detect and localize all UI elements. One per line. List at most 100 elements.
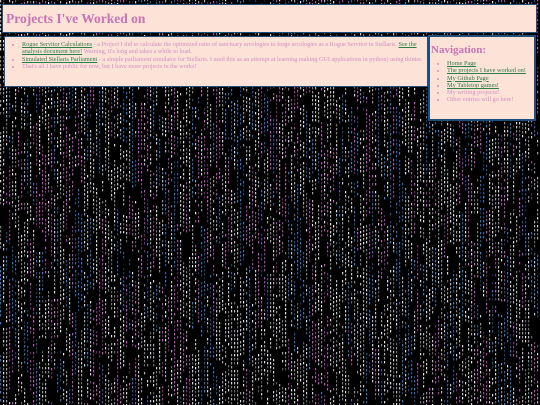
rain-glyph — [99, 318, 101, 321]
rain-glyph — [159, 179, 161, 182]
rain-glyph — [33, 250, 35, 253]
rain-glyph — [189, 305, 191, 308]
rain-glyph — [192, 257, 194, 260]
rain-glyph — [63, 128, 65, 131]
rain-glyph — [75, 254, 77, 257]
rain-glyph — [48, 178, 50, 181]
rain-glyph — [90, 146, 92, 149]
rain-glyph — [171, 225, 173, 228]
rain-glyph — [105, 351, 107, 354]
rain-glyph — [45, 336, 47, 339]
rain-glyph — [138, 302, 140, 305]
rain-glyph — [54, 195, 56, 198]
rain-glyph — [18, 309, 20, 312]
rain-glyph — [27, 370, 29, 373]
rain-glyph — [141, 179, 143, 182]
rain-glyph — [162, 327, 164, 330]
rain-glyph — [0, 168, 2, 171]
rain-glyph — [57, 251, 59, 254]
rain-glyph — [90, 250, 92, 253]
rain-glyph — [84, 229, 86, 232]
rain-glyph — [42, 367, 44, 370]
rain-glyph — [78, 127, 80, 130]
rain-glyph — [198, 350, 200, 353]
rain-glyph — [102, 259, 104, 262]
rain-glyph — [102, 223, 104, 226]
rain-glyph — [18, 148, 20, 151]
rain-glyph — [54, 105, 56, 108]
rain-glyph — [174, 333, 176, 336]
rain-glyph — [90, 102, 92, 105]
rain-glyph — [114, 248, 116, 251]
rain-glyph — [132, 394, 134, 397]
rain-glyph — [72, 361, 74, 364]
rain-glyph — [138, 286, 140, 289]
rain-glyph — [129, 303, 131, 306]
rain-glyph — [180, 260, 182, 263]
rain-glyph — [117, 387, 119, 390]
rain-glyph — [84, 149, 86, 152]
rain-glyph — [174, 373, 176, 376]
rain-glyph — [15, 394, 17, 397]
rain-glyph — [195, 347, 197, 350]
rain-glyph — [57, 169, 59, 172]
rain-glyph — [9, 279, 11, 282]
rain-glyph — [180, 356, 182, 359]
rain-glyph — [117, 257, 119, 260]
rain-glyph — [162, 224, 164, 227]
rain-glyph — [9, 136, 11, 139]
rain-glyph — [54, 129, 56, 132]
rain-glyph — [180, 192, 182, 195]
rain-glyph — [87, 395, 89, 398]
rain-glyph — [15, 109, 17, 112]
rain-glyph — [99, 155, 101, 158]
rain-glyph — [171, 163, 173, 166]
rain-glyph — [69, 278, 71, 281]
rain-glyph — [111, 235, 113, 238]
rain-glyph — [84, 124, 86, 127]
rain-glyph — [174, 136, 176, 139]
rain-glyph — [78, 394, 80, 397]
rain-glyph — [126, 376, 128, 379]
rain-glyph — [15, 304, 17, 307]
rain-glyph — [162, 168, 164, 171]
rain-glyph — [147, 129, 149, 132]
rain-glyph — [108, 320, 110, 323]
rain-glyph — [135, 160, 137, 163]
rain-glyph — [72, 169, 74, 172]
rain-glyph — [201, 161, 203, 164]
rain-glyph — [183, 345, 185, 348]
rain-glyph — [177, 224, 179, 227]
rain-glyph — [24, 392, 26, 395]
rain-glyph — [141, 103, 143, 106]
rain-glyph — [153, 261, 155, 264]
rain-glyph — [150, 122, 152, 125]
rain-glyph — [27, 263, 29, 266]
rain-glyph — [150, 262, 152, 265]
rain-glyph — [132, 177, 134, 180]
rain-glyph — [96, 311, 98, 314]
rain-glyph — [177, 284, 179, 287]
rain-glyph — [72, 325, 74, 328]
rain-glyph — [150, 306, 152, 309]
rain-glyph — [120, 393, 122, 396]
rain-glyph — [120, 397, 122, 400]
rain-glyph — [66, 348, 68, 351]
rain-glyph — [51, 202, 53, 205]
rain-glyph — [150, 110, 152, 113]
rain-glyph — [96, 141, 98, 144]
rain-glyph — [87, 340, 89, 343]
rain-glyph — [3, 300, 5, 303]
rain-glyph — [63, 189, 65, 192]
rain-glyph — [99, 258, 101, 261]
rain-glyph — [183, 137, 185, 140]
rain-glyph — [195, 212, 197, 215]
rain-glyph — [192, 378, 194, 381]
rain-glyph — [90, 266, 92, 269]
rain-glyph — [105, 299, 107, 302]
rain-glyph — [183, 129, 185, 132]
rain-glyph — [60, 89, 62, 92]
rain-glyph — [81, 246, 83, 249]
rain-glyph — [108, 380, 110, 383]
rain-glyph — [69, 190, 71, 193]
